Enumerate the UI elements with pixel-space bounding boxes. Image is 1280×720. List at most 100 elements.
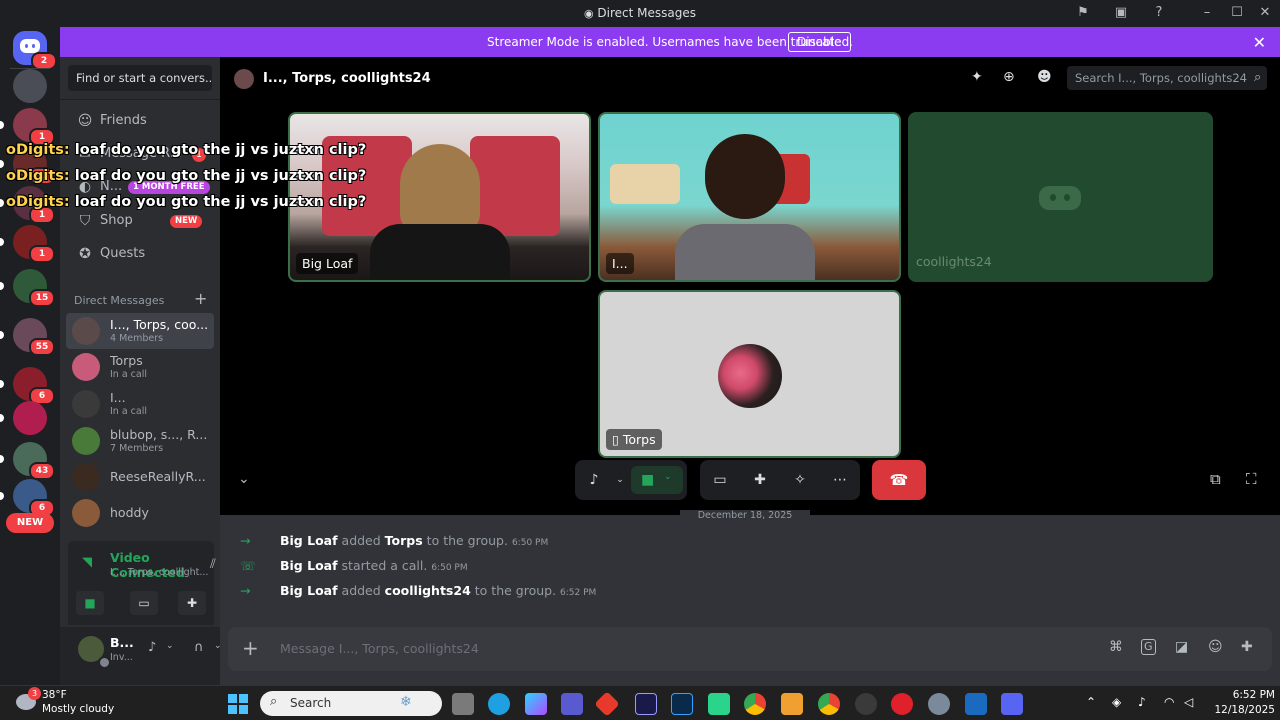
photos-icon[interactable] [965, 693, 987, 715]
sticker-icon[interactable]: ◪ [1175, 639, 1188, 655]
chrome-icon[interactable] [744, 693, 766, 715]
server-icon[interactable]: 15 [13, 269, 55, 307]
message-actor[interactable]: Big Loaf [280, 558, 338, 573]
server-icon[interactable]: 1 [13, 225, 55, 263]
date-divider: December 18, 2025 [680, 510, 810, 521]
dm-item[interactable]: Torps In a call [66, 349, 214, 385]
collapse-chevron-down-icon[interactable]: ⌄ [238, 471, 250, 487]
dm-item[interactable]: blubop, s..., R... 7 Members [66, 423, 214, 459]
screen-share-button[interactable]: ▭ [130, 591, 158, 615]
activities-icon[interactable]: ✚ [750, 470, 770, 490]
photoshop-icon[interactable] [671, 693, 693, 715]
task-view-icon[interactable] [452, 693, 474, 715]
message-composer[interactable]: + Message I..., Torps, coollights24 ⌘ G … [228, 627, 1272, 671]
server-icon[interactable]: 1 [13, 108, 55, 146]
voice-channel[interactable]: I..., Torps, coollight... [110, 567, 208, 578]
tray-mic-icon[interactable]: ♪ [1138, 695, 1146, 709]
create-dm-icon[interactable]: + [194, 289, 207, 308]
wifi-icon[interactable]: ◠ [1164, 695, 1174, 709]
activities-button[interactable]: ✚ [178, 591, 206, 615]
close-banner-icon[interactable]: ✕ [1253, 33, 1266, 52]
fullscreen-icon[interactable]: ⛶ [1246, 470, 1257, 488]
teams-icon[interactable] [561, 693, 583, 715]
add-friends-icon[interactable]: ⊕ [1003, 69, 1015, 85]
message-verb: added [341, 583, 381, 598]
message-target[interactable]: Torps [385, 533, 423, 548]
minimize-icon[interactable]: – [1198, 5, 1216, 21]
dm-item[interactable]: ReeseReallyR... [66, 459, 214, 495]
dm-avatar-shortcut[interactable] [13, 69, 47, 103]
premiere-icon[interactable] [635, 693, 657, 715]
volume-icon[interactable]: ◁ [1184, 695, 1193, 709]
message-rest: to the group. [474, 583, 557, 598]
help-icon[interactable]: ? [1150, 5, 1168, 21]
server-icon[interactable]: 6 [13, 479, 55, 517]
emoji-icon[interactable]: ☺ [1208, 639, 1223, 655]
windows-start-icon[interactable] [228, 694, 248, 714]
tray-chevron-up-icon[interactable]: ⌃ [1086, 695, 1096, 709]
noise-suppression-icon[interactable]: ⫽ [210, 557, 216, 572]
discord-taskbar-icon[interactable] [1001, 693, 1023, 715]
search-icon[interactable]: ⌕ [1254, 70, 1261, 85]
gif-icon[interactable]: G [1141, 639, 1156, 655]
app-orange-icon[interactable] [781, 693, 803, 715]
disable-streamer-mode-button[interactable]: Disable [788, 32, 851, 52]
settings-icon[interactable] [928, 693, 950, 715]
weather-desc[interactable]: Mostly cloudy [42, 703, 114, 715]
server-icon[interactable]: 6 [13, 367, 55, 405]
microphone-icon[interactable]: ♪ [148, 640, 156, 655]
app-green-icon[interactable] [708, 693, 730, 715]
copilot-icon[interactable] [525, 693, 547, 715]
video-tile-torps[interactable]: ▯ Torps [598, 290, 901, 458]
camera-options-chevron-icon[interactable]: ⌄ [664, 472, 672, 482]
edge-icon[interactable] [488, 693, 510, 715]
close-window-icon[interactable]: ✕ [1256, 5, 1274, 21]
headphones-icon[interactable]: ∩ [194, 640, 204, 655]
chrome-profile-icon[interactable] [818, 693, 840, 715]
members-icon[interactable]: ☻ [1037, 69, 1052, 85]
end-call-button[interactable]: ☎ [872, 460, 926, 500]
attach-plus-icon[interactable]: + [242, 637, 259, 659]
message-target[interactable]: coollights24 [385, 583, 471, 598]
person-body-shape [370, 224, 510, 280]
tray-app-icon[interactable]: ◈ [1112, 695, 1121, 709]
soundboard-icon[interactable]: ✧ [790, 470, 810, 490]
taskbar-search[interactable]: ⌕ Search ❄ [260, 691, 442, 716]
gift-icon[interactable]: ⌘ [1109, 639, 1123, 655]
inbox-icon[interactable]: ▣ [1112, 5, 1130, 21]
opera-icon[interactable] [891, 693, 913, 715]
microphone-icon[interactable]: ♪ [584, 470, 604, 490]
search-input[interactable]: Search I..., Torps, coollights24 [1067, 66, 1267, 90]
app-red-icon[interactable] [594, 691, 620, 717]
camera-button[interactable]: ■ [76, 591, 104, 615]
video-tile-coollights24[interactable]: coollights24 [908, 112, 1213, 282]
weather-temp[interactable]: 38°F [42, 689, 67, 701]
dm-item[interactable]: hoddy [66, 495, 214, 531]
apps-icon[interactable]: ✚ [1241, 639, 1253, 655]
server-icon[interactable] [13, 401, 47, 435]
message-actor[interactable]: Big Loaf [280, 533, 338, 548]
more-options-icon[interactable]: ⋯ [830, 470, 850, 490]
mic-chevron-down-icon[interactable]: ⌄ [166, 641, 174, 651]
nav-quests[interactable]: ✪ Quests [68, 238, 212, 270]
screen-share-icon[interactable]: ▭ [710, 470, 730, 490]
clock-time[interactable]: 6:52 PM [1215, 689, 1275, 701]
camera-toggle[interactable]: ■ ⌄ [631, 466, 683, 494]
video-tile-i[interactable]: I... [598, 112, 901, 282]
message-actor[interactable]: Big Loaf [280, 583, 338, 598]
popout-icon[interactable]: ⧉ [1210, 470, 1221, 488]
find-conversation-input[interactable]: Find or start a convers... [68, 65, 212, 91]
new-servers-pill[interactable]: NEW [6, 513, 54, 533]
pin-icon[interactable]: ✦ [971, 69, 983, 85]
clock-date[interactable]: 12/18/2025 [1205, 704, 1275, 716]
server-icon[interactable]: 55 [13, 318, 55, 356]
nav-friends[interactable]: ☺ Friends [68, 105, 212, 137]
obs-icon[interactable] [855, 693, 877, 715]
dm-item[interactable]: I..., Torps, coo... 4 Members [66, 313, 214, 349]
maximize-icon[interactable]: ☐ [1228, 5, 1246, 21]
inbox-flag-icon[interactable]: ⚑ [1074, 5, 1092, 21]
home-button[interactable]: 2 [13, 31, 57, 70]
mic-options-chevron-icon[interactable]: ⌄ [610, 470, 630, 490]
server-icon[interactable]: 43 [13, 442, 55, 480]
dm-item[interactable]: I... In a call [66, 386, 214, 422]
